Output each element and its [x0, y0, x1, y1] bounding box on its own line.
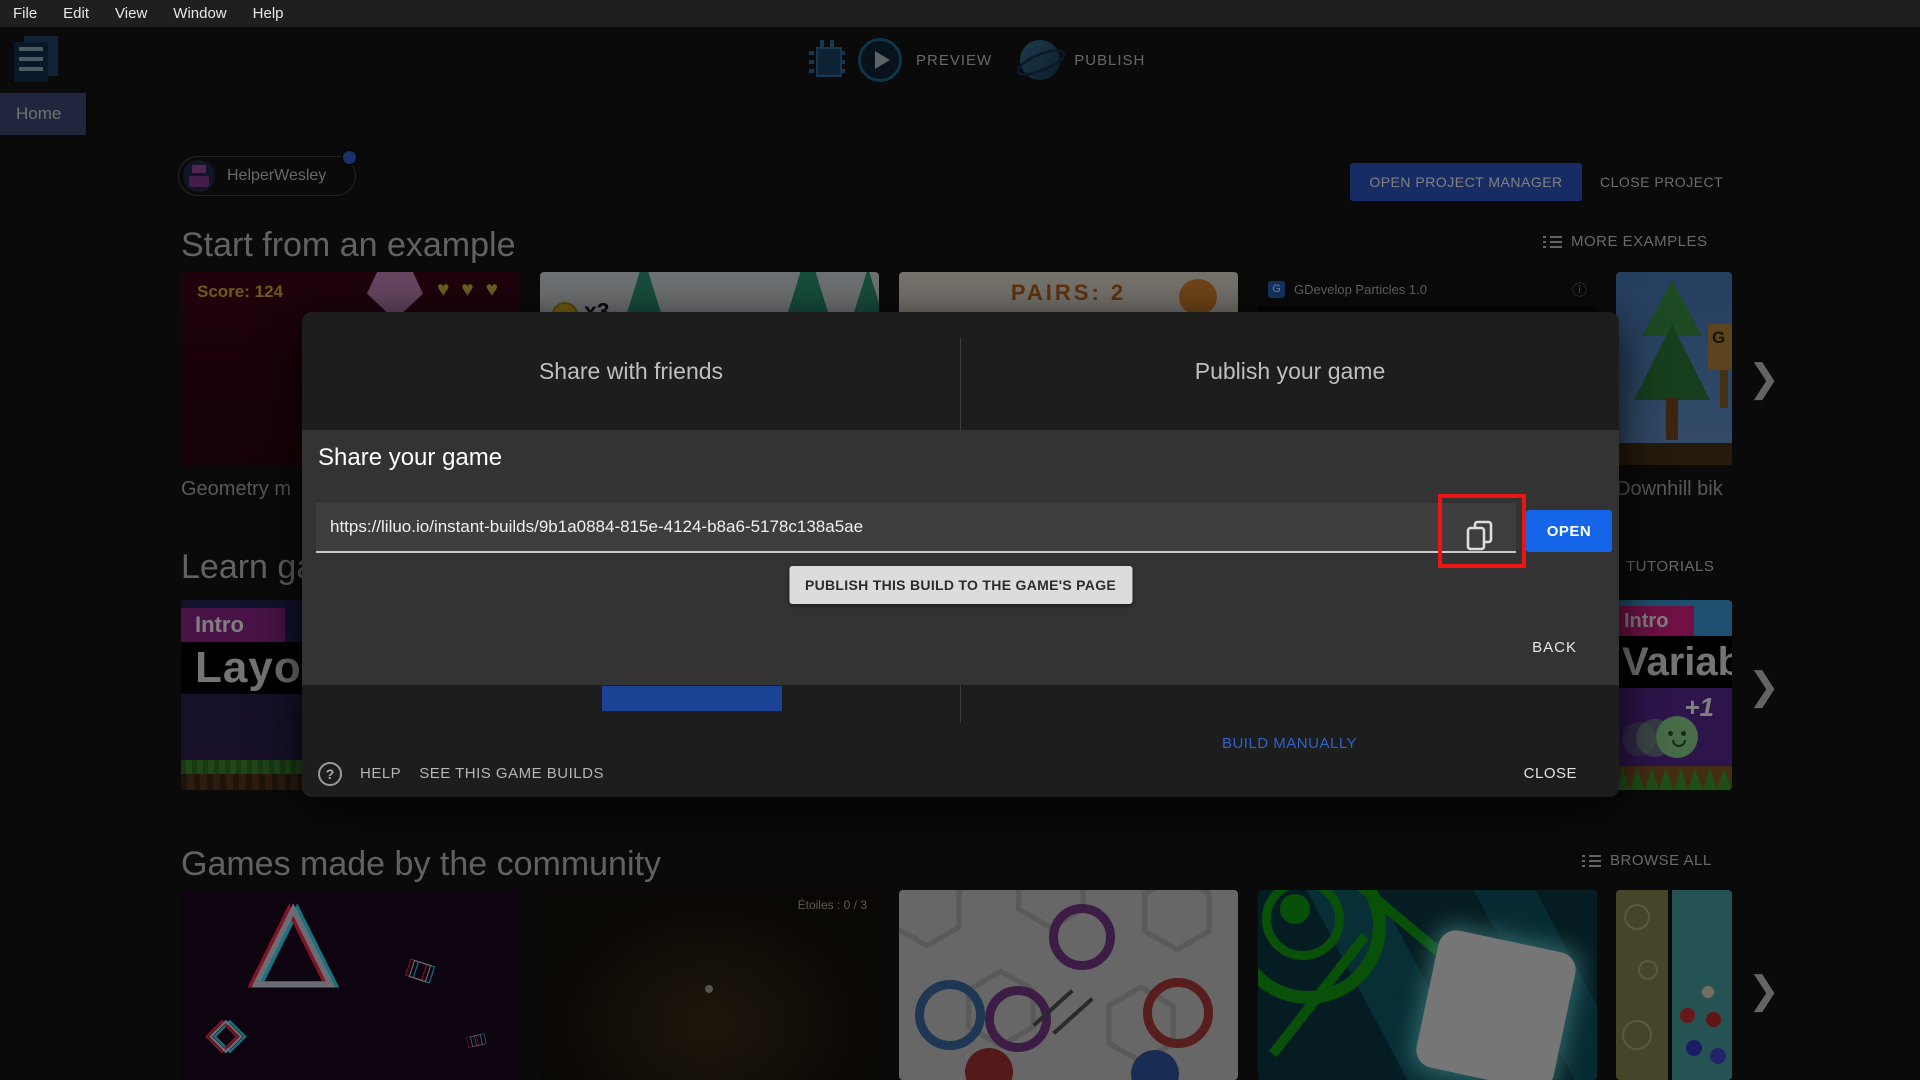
menu-view[interactable]: View	[102, 5, 160, 22]
menu-help[interactable]: Help	[240, 5, 297, 22]
generate-link-button-sliver	[602, 686, 782, 711]
share-your-game-panel: Share your game OPEN PUBLISH THIS BUILD …	[302, 430, 1619, 685]
window-menu-bar: File Edit View Window Help	[0, 0, 1920, 27]
build-url-field	[316, 503, 1516, 553]
tab-divider	[960, 338, 961, 430]
highlight-rectangle	[1438, 494, 1526, 568]
close-dialog-button[interactable]: CLOSE	[1518, 764, 1583, 783]
publish-build-button[interactable]: PUBLISH THIS BUILD TO THE GAME'S PAGE	[788, 566, 1133, 604]
menu-edit[interactable]: Edit	[50, 5, 102, 22]
back-button[interactable]: BACK	[1526, 638, 1583, 657]
build-url-input[interactable]	[316, 503, 1450, 551]
help-button[interactable]: HELP	[360, 765, 401, 782]
tab-publish-your-game[interactable]: Publish your game	[961, 312, 1619, 430]
dialog-footer: ? HELP SEE THIS GAME BUILDS CLOSE	[302, 750, 1619, 797]
see-game-builds-button[interactable]: SEE THIS GAME BUILDS	[419, 765, 604, 782]
help-icon[interactable]: ?	[318, 761, 342, 786]
menu-window[interactable]: Window	[160, 5, 239, 22]
menu-file[interactable]: File	[0, 5, 50, 22]
tab-share-with-friends[interactable]: Share with friends	[302, 312, 960, 430]
column-divider	[960, 685, 961, 723]
share-dialog: Share with friends Publish your game Sha…	[302, 312, 1619, 797]
open-url-button[interactable]: OPEN	[1526, 510, 1612, 552]
panel-title: Share your game	[318, 444, 503, 471]
